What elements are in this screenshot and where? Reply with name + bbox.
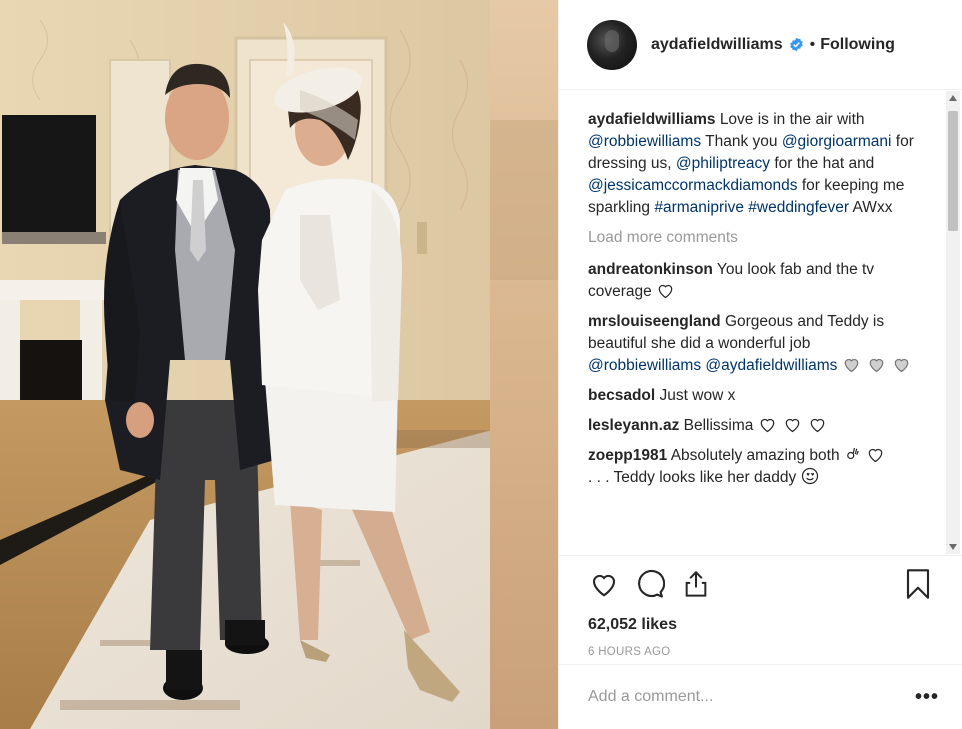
heart-icon [592,574,616,597]
caption-text: for the hat and [774,155,875,172]
hashtag-link[interactable]: #weddingfever [748,199,849,216]
scroll-down-arrow-icon[interactable] [946,540,960,554]
white-heart-icon [808,416,827,433]
load-more-comments-button[interactable]: Load more comments [588,227,917,249]
bookmark-icon [906,569,930,599]
mention-link[interactable]: @philiptreacy [676,155,770,172]
comment-text: . . . Teddy looks like her daddy [588,469,797,486]
following-button[interactable]: Following [820,36,895,54]
caption-text: Thank you [705,133,778,150]
comment-username[interactable]: andreatonkinson [588,261,713,278]
grey-heart-icon [867,356,886,373]
comments-scrollbar[interactable] [946,91,960,554]
comment-text: Just wow x [659,387,736,404]
caption-text: Love is in the air with [719,111,865,128]
comment-item: mrslouiseengland Gorgeous and Teddy is b… [588,311,917,377]
post-caption: aydafieldwilliams Love is in the air wit… [588,109,917,219]
white-heart-icon [866,446,885,463]
header-username[interactable]: aydafieldwilliams [651,36,783,54]
scroll-up-arrow-icon[interactable] [946,91,960,105]
comment-username[interactable]: mrslouiseengland [588,313,721,330]
share-button[interactable] [680,568,712,600]
post-header: aydafieldwilliams • Following [559,0,962,90]
post-side-panel: aydafieldwilliams • Following aydafieldw… [558,0,962,729]
mention-link[interactable]: @jessicamccormackdiamonds [588,177,798,194]
scrollbar-thumb[interactable] [948,111,958,231]
save-button[interactable] [902,568,934,600]
header-separator: • [809,35,816,53]
hashtag-link[interactable]: #armaniprive [654,199,744,216]
mention-link[interactable]: @giorgioarmani [782,133,892,150]
mention-link[interactable]: @aydafieldwilliams [705,357,837,374]
verified-badge-icon [789,37,804,52]
post-timestamp[interactable]: 6 HOURS AGO [588,646,934,658]
comment-item: andreatonkinson You look fab and the tv … [588,259,917,303]
grey-heart-icon [842,356,861,373]
comment-button[interactable] [634,568,666,600]
comment-input[interactable] [588,688,915,706]
comment-username[interactable]: becsadol [588,387,655,404]
post-actions: 62,052 likes 6 HOURS AGO [559,555,962,658]
comment-item: zoepp1981 Absolutely amazing both . . . … [588,445,917,489]
comment-username[interactable]: lesleyann.az [588,417,679,434]
comments-list: aydafieldwilliams Love is in the air wit… [559,91,947,554]
white-heart-icon [783,416,802,433]
share-icon [685,570,707,597]
caption-username[interactable]: aydafieldwilliams [588,111,716,128]
comment-text: Absolutely amazing both [670,447,840,464]
post-photo[interactable] [0,0,558,729]
comment-item: lesleyann.az Bellissima [588,415,917,437]
white-heart-icon [656,282,675,299]
mention-link[interactable]: @robbiewilliams [588,357,701,374]
comment-icon [638,569,665,598]
comment-text: Bellissima [683,417,754,434]
more-options-button[interactable]: ••• [915,686,939,709]
like-button[interactable] [588,568,620,600]
mention-link[interactable]: @robbiewilliams [588,133,701,150]
caption-text: AWxx [852,199,893,216]
comment-username[interactable]: zoepp1981 [588,447,667,464]
grey-heart-icon [892,356,911,373]
add-comment-bar: ••• [559,664,962,729]
post-photo-illustration [0,0,558,729]
comment-item: becsadol Just wow x [588,385,917,407]
ok-hand-icon [844,445,862,463]
white-heart-icon [758,416,777,433]
avatar[interactable] [587,19,637,70]
action-row [588,568,934,600]
heart-eyes-icon [801,467,819,485]
likes-count[interactable]: 62,052 likes [588,616,934,634]
